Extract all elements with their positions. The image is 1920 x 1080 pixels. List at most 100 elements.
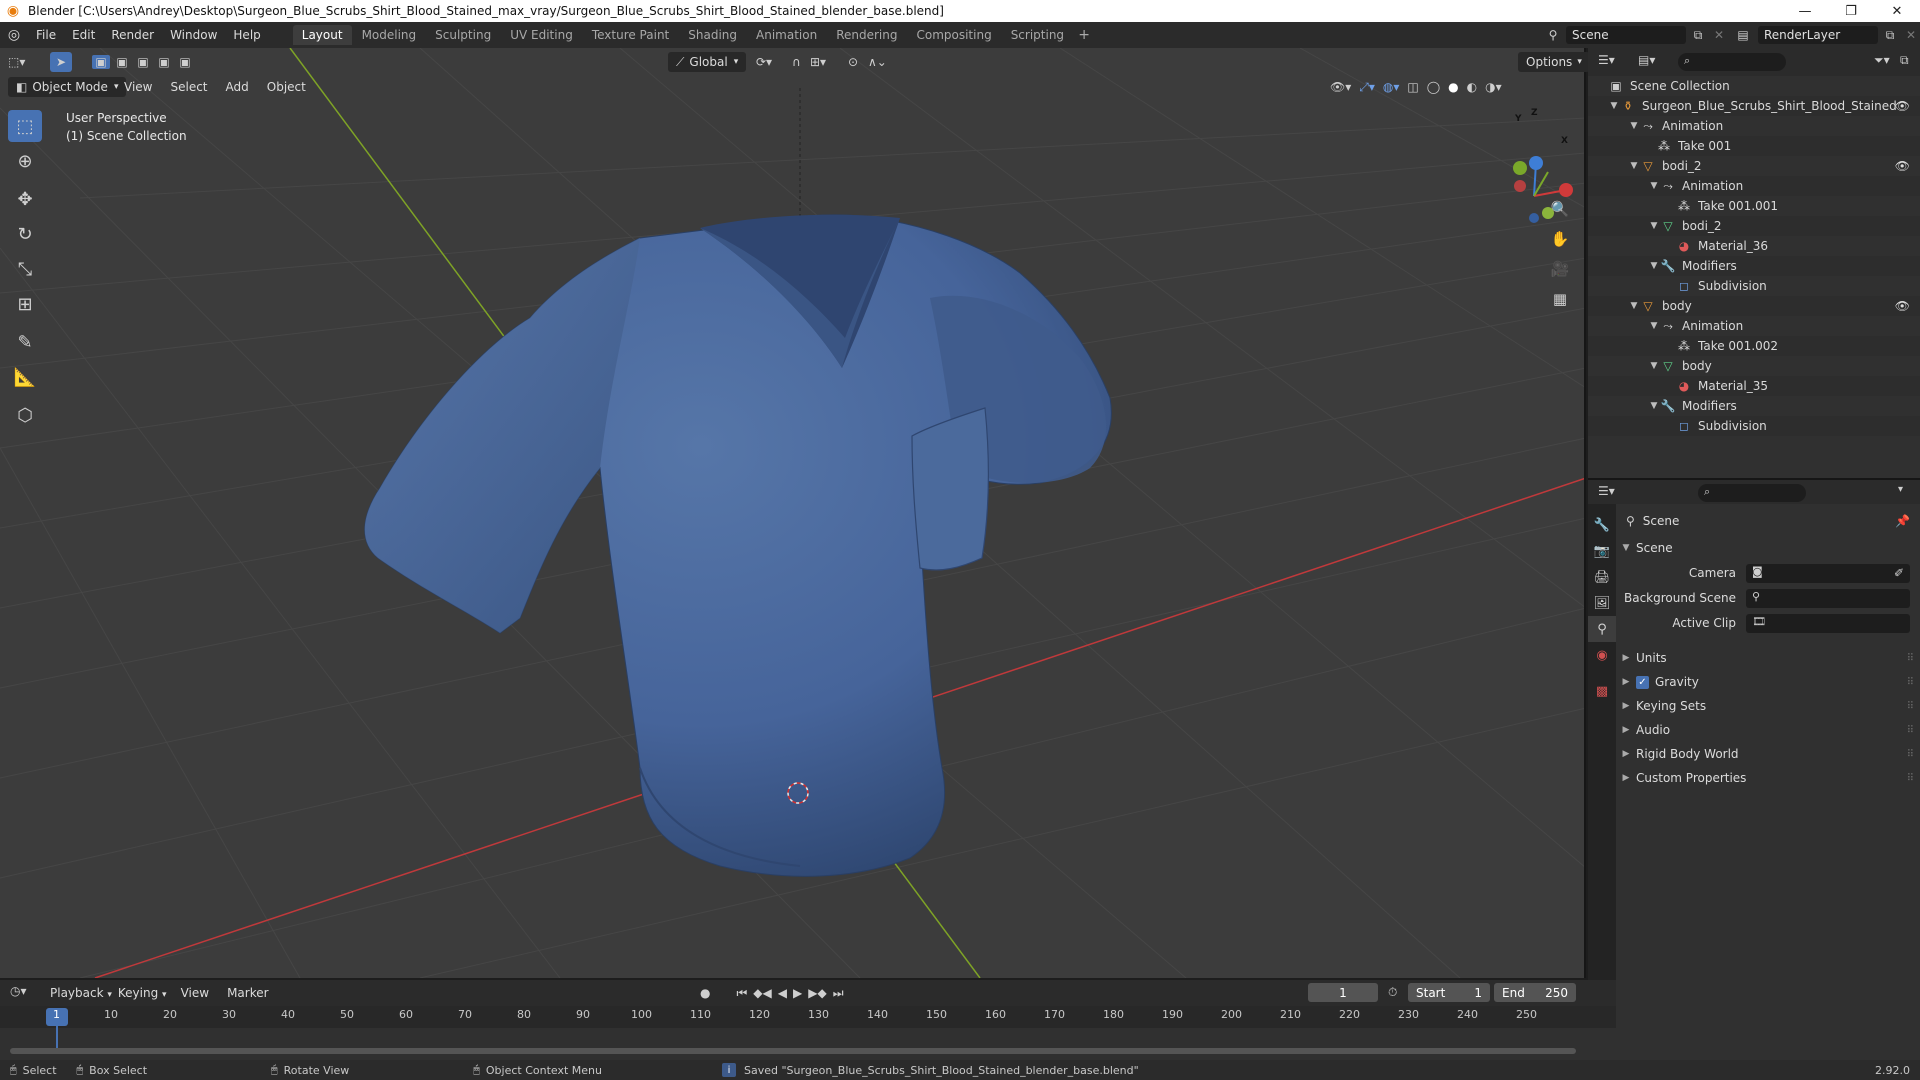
viewport-menu-select[interactable]: Select [170, 80, 207, 94]
move-tool-icon[interactable]: ✥ [8, 183, 42, 215]
pin-icon[interactable]: 📌 [1895, 514, 1910, 528]
ortho-grid-icon[interactable]: ▦ [1548, 284, 1572, 314]
gizmo-toggle-icon[interactable]: ⤢▾ [1359, 80, 1375, 95]
tab-compositing[interactable]: Compositing [907, 25, 1000, 45]
tab-uv-editing[interactable]: UV Editing [501, 25, 582, 45]
add-workspace-icon[interactable]: + [1074, 27, 1094, 43]
tab-shading[interactable]: Shading [679, 25, 746, 45]
new-collection-icon[interactable]: ⧉ [1900, 53, 1909, 68]
units-panel-header[interactable]: ▶ Units ⠿ [1616, 646, 1920, 670]
outliner-row[interactable]: ⁂ Take 001.002 [1588, 336, 1920, 356]
properties-search-input[interactable]: ⌕ [1698, 484, 1806, 502]
expand-arrow-icon[interactable]: ▼ [1628, 121, 1640, 131]
outliner-row[interactable]: ▼ ▽ bodi_2 [1588, 216, 1920, 236]
tab-animation[interactable]: Animation [747, 25, 826, 45]
delete-scene-icon[interactable]: ✕ [1710, 28, 1728, 42]
tool-tab-icon[interactable]: 🔧 [1588, 512, 1616, 538]
options-dropdown[interactable]: Options ▾ [1518, 52, 1590, 72]
measure-tool-icon[interactable]: 📐 [8, 361, 42, 393]
select-subtract-icon[interactable]: ▣ [134, 55, 152, 69]
view-layer-tab-icon[interactable]: 🖼 [1588, 590, 1616, 616]
outliner-row[interactable]: ▼ ▽ bodi_2 👁 [1588, 156, 1920, 176]
drag-grip-icon[interactable]: ⠿ [1907, 725, 1914, 736]
outliner-row[interactable]: ▼ 🔧 Modifiers [1588, 396, 1920, 416]
outliner-row[interactable]: ◕ Material_36 [1588, 236, 1920, 256]
timeline-menu-playback[interactable]: Playback ▾ [50, 986, 112, 1000]
transform-orientation-dropdown[interactable]: ⟋ Global ▾ [668, 52, 746, 72]
scene-tab-icon[interactable]: ⚲ [1588, 616, 1616, 642]
rigid-body-world-panel-header[interactable]: ▶ Rigid Body World ⠿ [1616, 742, 1920, 766]
drag-grip-icon[interactable]: ⠿ [1907, 749, 1914, 760]
custom-properties-panel-header[interactable]: ▶ Custom Properties ⠿ [1616, 766, 1920, 790]
tab-texture-paint[interactable]: Texture Paint [583, 25, 678, 45]
add-cube-tool-icon[interactable]: ⬡ [8, 399, 42, 431]
properties-options-icon[interactable]: ▾ [1898, 484, 1903, 495]
editor-type-button[interactable]: ⬚▾ [8, 52, 25, 72]
delete-renderlayer-icon[interactable]: ✕ [1902, 28, 1920, 42]
camera-view-icon[interactable]: 🎥 [1548, 254, 1572, 284]
restore-button[interactable]: ❐ [1828, 0, 1874, 22]
timeline-editor-type-icon[interactable]: ◷▾ [10, 984, 27, 998]
select-new-icon[interactable]: ▣ [92, 55, 110, 69]
output-tab-icon[interactable]: 🖨 [1588, 564, 1616, 590]
background-scene-field[interactable]: ⚲ [1746, 588, 1910, 608]
drag-grip-icon[interactable]: ⠿ [1907, 677, 1914, 688]
snap-toggle[interactable]: ∩ [792, 52, 801, 72]
xray-toggle-icon[interactable]: ◫ [1407, 80, 1418, 94]
tab-sculpting[interactable]: Sculpting [426, 25, 500, 45]
end-frame-field[interactable]: End 250 [1494, 983, 1576, 1002]
select-tool-toggle[interactable]: ➤ [50, 52, 72, 72]
falloff-dropdown[interactable]: ∧⌄ [868, 52, 887, 72]
expand-arrow-icon[interactable]: ▼ [1628, 161, 1640, 171]
start-frame-field[interactable]: Start 1 [1408, 983, 1490, 1002]
visibility-eye-icon[interactable]: 👁 [1895, 159, 1910, 173]
outliner-row[interactable]: ▼ ⤳ Animation [1588, 316, 1920, 336]
play-reverse-icon[interactable]: ◀ [778, 986, 787, 1000]
outliner-row[interactable]: ◕ Material_35 [1588, 376, 1920, 396]
expand-arrow-icon[interactable]: ▼ [1628, 301, 1640, 311]
outliner-row[interactable]: ▼ ▽ body [1588, 356, 1920, 376]
rotate-tool-icon[interactable]: ↻ [8, 218, 42, 250]
blender-menu-icon[interactable]: ◎ [0, 27, 28, 43]
menu-file[interactable]: File [28, 28, 64, 42]
expand-arrow-icon[interactable]: ▼ [1608, 101, 1620, 111]
pan-hand-icon[interactable]: ✋ [1548, 224, 1572, 254]
camera-field[interactable]: ◙ ✐ [1746, 563, 1910, 583]
rendered-shading-icon[interactable]: ◑▾ [1485, 80, 1502, 94]
properties-editor-type-icon[interactable]: ☰▾ [1598, 484, 1615, 498]
transform-tool-icon[interactable]: ⊞ [8, 288, 42, 320]
expand-arrow-icon[interactable]: ▼ [1648, 361, 1660, 371]
minimize-button[interactable]: — [1782, 0, 1828, 22]
texture-tab-icon[interactable]: ▩ [1588, 678, 1616, 704]
viewport-menu-view[interactable]: View [124, 80, 152, 94]
preview-range-clock-icon[interactable]: ⏱ [1388, 985, 1397, 1000]
zoom-icon[interactable]: 🔍 [1548, 194, 1572, 224]
solid-shading-icon[interactable]: ● [1448, 80, 1458, 94]
select-extend-icon[interactable]: ▣ [113, 55, 131, 69]
new-scene-icon[interactable]: ⧉ [1686, 28, 1710, 43]
visibility-eye-icon[interactable]: 👁 [1895, 299, 1910, 313]
select-box-tool-icon[interactable]: ⬚ [8, 110, 42, 142]
expand-arrow-icon[interactable]: ▼ [1648, 181, 1660, 191]
outliner-search-input[interactable]: ⌕ [1678, 53, 1786, 71]
scene-field[interactable]: Scene [1566, 26, 1686, 44]
gravity-panel-header[interactable]: ▶ ✓ Gravity ⠿ [1616, 670, 1920, 694]
jump-start-icon[interactable]: ⏮ [736, 986, 747, 1001]
visibility-dropdown-icon[interactable]: 👁▾ [1330, 80, 1351, 94]
3d-viewport[interactable] [0, 48, 1586, 978]
gravity-checkbox[interactable]: ✓ [1636, 675, 1649, 689]
tab-modeling[interactable]: Modeling [353, 25, 426, 45]
outliner-row[interactable]: ◻ Subdivision [1588, 416, 1920, 436]
selection-mode-group[interactable]: ▣ ▣ ▣ ▣ ▣ [92, 52, 194, 72]
select-intersect-icon[interactable]: ▣ [176, 55, 194, 69]
play-icon[interactable]: ▶ [793, 986, 802, 1000]
tab-scripting[interactable]: Scripting [1002, 25, 1073, 45]
filter-icon[interactable]: ⏷▾ [1874, 53, 1890, 68]
timeline-scrollbar[interactable] [10, 1048, 1576, 1054]
pivot-point-dropdown[interactable]: ⟳▾ [756, 52, 772, 72]
eyedropper-icon[interactable]: ✐ [1894, 566, 1904, 580]
menu-window[interactable]: Window [162, 28, 225, 42]
scene-panel-header[interactable]: ▼ Scene [1616, 536, 1920, 560]
cursor-tool-icon[interactable]: ⊕ [8, 145, 42, 177]
outliner-row[interactable]: ▼ ▽ body 👁 [1588, 296, 1920, 316]
